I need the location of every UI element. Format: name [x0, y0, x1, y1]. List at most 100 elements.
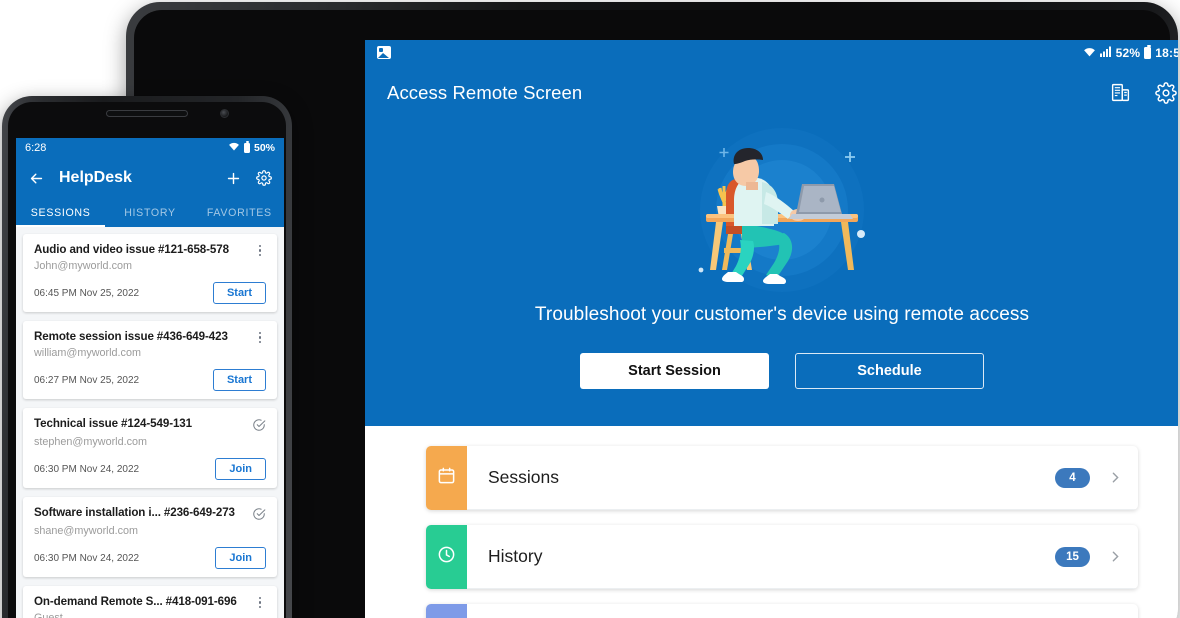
check-circle-icon [252, 506, 266, 521]
phone-battery-percent: 50% [253, 141, 275, 154]
start-session-button[interactable]: Start Session [580, 353, 769, 389]
phone-status-right: 50% [228, 140, 275, 154]
session-date: 06:30 PM Nov 24, 2022 [34, 552, 140, 564]
tablet-screen: 52% 18:59 Access Remote Screen [365, 40, 1178, 618]
gear-icon[interactable] [256, 170, 272, 186]
tablet-status-right: 52% 18:59 [1083, 44, 1178, 60]
overflow-menu-icon[interactable] [254, 243, 266, 256]
session-email: shane@myworld.com [34, 525, 138, 537]
tablet-status-left [377, 46, 1083, 59]
session-header: On-demand Remote S... #418-091-696 [34, 595, 266, 608]
join-button[interactable]: Join [215, 547, 266, 569]
history-count-badge: 15 [1055, 546, 1090, 567]
wifi-icon [228, 141, 240, 154]
session-title-text: Remote session issue [34, 330, 154, 343]
gear-icon[interactable] [1155, 81, 1177, 104]
list-item[interactable]: Software installation i... #236-649-273 s… [23, 497, 277, 577]
session-title: Audio and video issue #121-658-578 [34, 243, 254, 256]
session-id: #418-091-696 [165, 595, 237, 608]
start-button[interactable]: Start [212, 369, 266, 391]
list-item[interactable]: Technical issue #124-549-131 stephen@mywo… [23, 408, 277, 488]
session-date: 06:45 PM Nov 25, 2022 [34, 287, 140, 299]
favorites-row-body: Favorites 1 [467, 604, 1138, 618]
overflow-menu-icon[interactable] [254, 595, 266, 608]
calendar-icon [437, 466, 456, 490]
session-title-text: Audio and video issue [34, 243, 155, 256]
history-label: History [488, 546, 543, 566]
phone-tab-bar: SESSIONS HISTORY FAVORITES [16, 199, 284, 227]
session-header: Audio and video issue #121-658-578 [34, 243, 266, 256]
battery-icon [243, 140, 250, 153]
phone-session-list: Audio and video issue #121-658-578 John@m… [16, 227, 284, 618]
devices-icon[interactable] [1110, 82, 1131, 103]
sessions-tile [426, 446, 467, 510]
hero-tagline: Troubleshoot your customer's device usin… [534, 304, 1030, 325]
session-date: 06:30 PM Nov 24, 2022 [34, 463, 140, 475]
back-arrow-icon[interactable] [28, 170, 45, 187]
plus-icon[interactable] [225, 170, 242, 187]
phone-page-title: HelpDesk [59, 169, 132, 186]
sessions-row-body: Sessions 4 [467, 446, 1138, 510]
tab-favorites[interactable]: FAVORITES [195, 199, 284, 227]
hero-actions: Start Session Schedule [580, 353, 984, 389]
list-item[interactable]: Audio and video issue #121-658-578 John@m… [23, 234, 277, 312]
session-title: Technical issue #124-549-131 [34, 417, 252, 430]
session-footer: 06:30 PM Nov 24, 2022 Join [34, 547, 266, 569]
tablet-status-bar: 52% 18:59 [365, 40, 1178, 65]
clock-icon [437, 545, 456, 569]
tablet-app-bar-actions [1110, 81, 1177, 104]
phone-screen: 6:28 50% HelpDesk SESSIONS HISTORY FAVOR… [16, 138, 284, 618]
chevron-right-icon [1107, 469, 1124, 486]
wifi-icon [1083, 46, 1096, 60]
tablet-app-bar: Access Remote Screen [365, 65, 1178, 120]
check-circle-icon [252, 417, 266, 432]
session-id: #124-549-131 [121, 417, 193, 430]
battery-percent-label: 52% [1115, 45, 1141, 60]
join-button[interactable]: Join [215, 458, 266, 480]
session-header: Technical issue #124-549-131 [34, 417, 266, 432]
chevron-right-icon [1107, 548, 1124, 565]
screenshot-stage: 52% 18:59 Access Remote Screen [0, 0, 1180, 618]
tablet-clock: 18:59 [1155, 45, 1178, 60]
schedule-button[interactable]: Schedule [795, 353, 984, 389]
list-item[interactable]: On-demand Remote S... #418-091-696 Guest [23, 586, 277, 618]
session-email: Guest [34, 612, 63, 618]
session-title-text: Software installation i... [34, 506, 161, 519]
session-email: william@myworld.com [34, 347, 141, 359]
tab-sessions[interactable]: SESSIONS [16, 199, 106, 227]
history-row-body: History 15 [467, 525, 1138, 589]
session-title: Remote session issue #436-649-423 [34, 330, 254, 343]
page-title: Access Remote Screen [387, 81, 583, 103]
favorites-tile [426, 604, 467, 618]
session-footer: 06:27 PM Nov 25, 2022 Start [34, 369, 266, 391]
sessions-count-badge: 4 [1055, 467, 1090, 488]
phone-clock: 6:28 [25, 141, 47, 154]
session-footer: 06:30 PM Nov 24, 2022 Join [34, 458, 266, 480]
list-item[interactable]: Remote session issue #436-649-423 william… [23, 321, 277, 399]
session-header: Remote session issue #436-649-423 [34, 330, 266, 343]
session-email: stephen@myworld.com [34, 436, 147, 448]
session-title: Software installation i... #236-649-273 [34, 506, 252, 519]
overflow-menu-icon[interactable] [254, 330, 266, 343]
history-tile [426, 525, 467, 589]
session-header: Software installation i... #236-649-273 [34, 506, 266, 521]
tablet-list-item-favorites[interactable]: Favorites 1 [426, 604, 1138, 618]
session-footer: 06:45 PM Nov 25, 2022 Start [34, 282, 266, 304]
person-at-desk-with-laptop-illustration [662, 122, 902, 302]
tab-history[interactable]: HISTORY [105, 199, 194, 227]
tablet-hero-section: Troubleshoot your customer's device usin… [365, 120, 1178, 426]
cellular-signal-icon [1099, 46, 1112, 60]
session-id: #436-649-423 [156, 330, 228, 343]
battery-icon [1144, 44, 1152, 59]
session-title: On-demand Remote S... #418-091-696 [34, 595, 254, 608]
phone-front-camera-icon [220, 109, 229, 118]
start-button[interactable]: Start [212, 282, 266, 304]
tablet-menu-list: Sessions 4 History 15 [365, 426, 1178, 618]
session-title-text: On-demand Remote S... [34, 595, 163, 608]
session-title-text: Technical issue [34, 417, 118, 430]
tablet-list-item-sessions[interactable]: Sessions 4 [426, 446, 1138, 510]
session-email: John@myworld.com [34, 260, 132, 272]
session-id: #236-649-273 [163, 506, 235, 519]
tablet-list-item-history[interactable]: History 15 [426, 525, 1138, 589]
session-id: #121-658-578 [157, 243, 229, 256]
